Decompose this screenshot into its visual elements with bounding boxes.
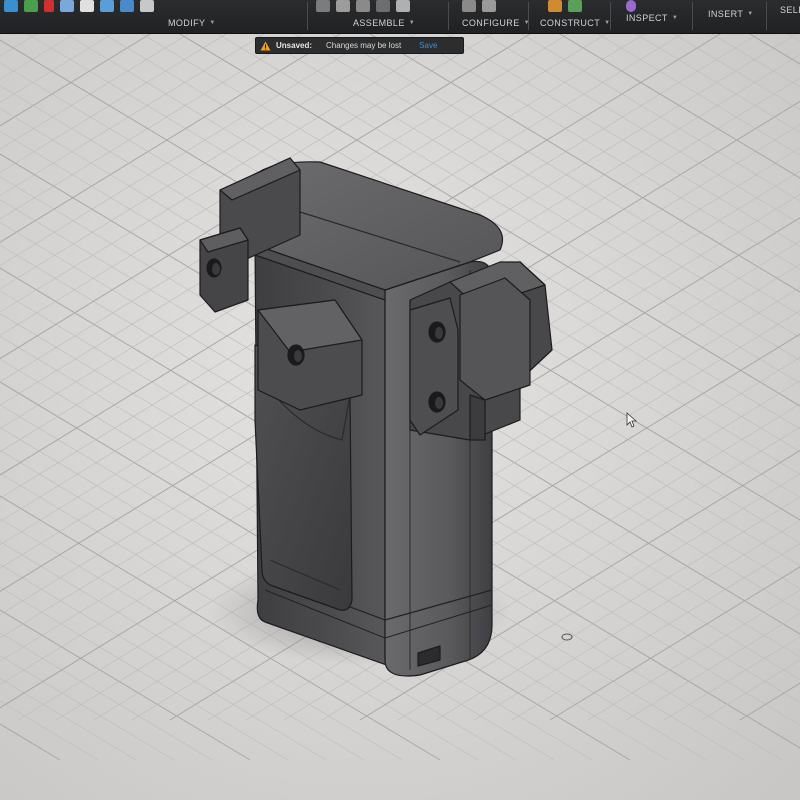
left-ear-hole-inner [212,263,220,275]
right-mount-lower [469,394,486,441]
3d-scene[interactable] [0,0,800,800]
chevron-down-icon: ▼ [408,20,416,26]
toolbar: MODIFY ▼ ASSEMBLE ▼ CONFIGURE ▼ CONSTRUCT ▼ … [0,0,800,34]
chevron-down-icon: ▼ [604,20,611,26]
menu-insert[interactable]: INSERT ▼ [708,7,754,21]
fillet-icon[interactable] [80,0,94,12]
warning-icon [260,41,271,50]
create-icon[interactable] [24,0,38,12]
menu-assemble[interactable]: ASSEMBLE ▼ [353,16,415,30]
toolbar-separator [448,2,449,30]
right-mount-nub [459,277,531,401]
joint-origin-icon[interactable] [376,0,390,12]
sketch-icon[interactable] [4,0,18,12]
menu-inspect-label: INSPECT [626,13,668,23]
right-mount-hole-upper-inner [435,327,443,339]
toolbar-icon-row-left [4,0,154,14]
canvas-viewport[interactable] [0,0,800,800]
save-link[interactable]: Save [419,41,437,50]
combine-icon[interactable] [120,0,134,12]
plane-icon[interactable] [548,0,562,12]
menu-modify[interactable]: MODIFY ▼ [168,16,216,30]
rigid-group-icon[interactable] [396,0,410,12]
unsaved-notification: Unsaved: Changes may be lost Save [255,37,464,54]
chevron-down-icon: ▼ [671,15,679,21]
axis-icon[interactable] [568,0,582,12]
chevron-down-icon: ▼ [523,20,530,26]
origin-marker-icon [561,633,573,641]
menu-assemble-label: ASSEMBLE [353,18,405,28]
toolbar-separator [766,2,767,30]
menu-select[interactable]: SELE [780,3,800,17]
toolbar-icon-row-assemble [316,0,410,14]
menu-configure-label: CONFIGURE [462,18,520,28]
cursor-arrow-icon [626,412,638,428]
menu-modify-label: MODIFY [168,18,206,28]
configure-params-icon[interactable] [482,0,496,12]
menu-insert-label: INSERT [708,9,744,19]
toolbar-icon-row-configure [462,0,496,14]
configure-table-icon[interactable] [462,0,476,12]
toolbar-icon-row-construct [548,0,582,14]
press-pull-icon[interactable] [60,0,74,12]
toolbar-separator [307,2,308,30]
component-icon[interactable] [316,0,330,12]
joint-icon[interactable] [336,0,350,12]
move-icon[interactable] [140,0,154,12]
menu-construct[interactable]: CONSTRUCT ▼ [540,16,610,30]
menu-construct-label: CONSTRUCT [540,18,601,28]
delete-icon[interactable] [44,0,54,12]
shell-icon[interactable] [100,0,114,12]
menu-inspect[interactable]: INSPECT ▼ [626,11,678,25]
right-mount-face [409,297,459,436]
menu-select-label: SELE [780,5,800,15]
as-built-joint-icon[interactable] [356,0,370,12]
chevron-down-icon: ▼ [209,20,216,26]
chevron-down-icon: ▼ [747,11,754,17]
clip-mount-hole-inner [294,350,302,362]
unsaved-title: Unsaved: [276,41,313,50]
unsaved-message: Changes may be lost [326,41,402,50]
right-mount-hole-lower-inner [435,397,443,409]
menu-configure[interactable]: CONFIGURE ▼ [462,16,530,30]
toolbar-separator [692,2,693,30]
